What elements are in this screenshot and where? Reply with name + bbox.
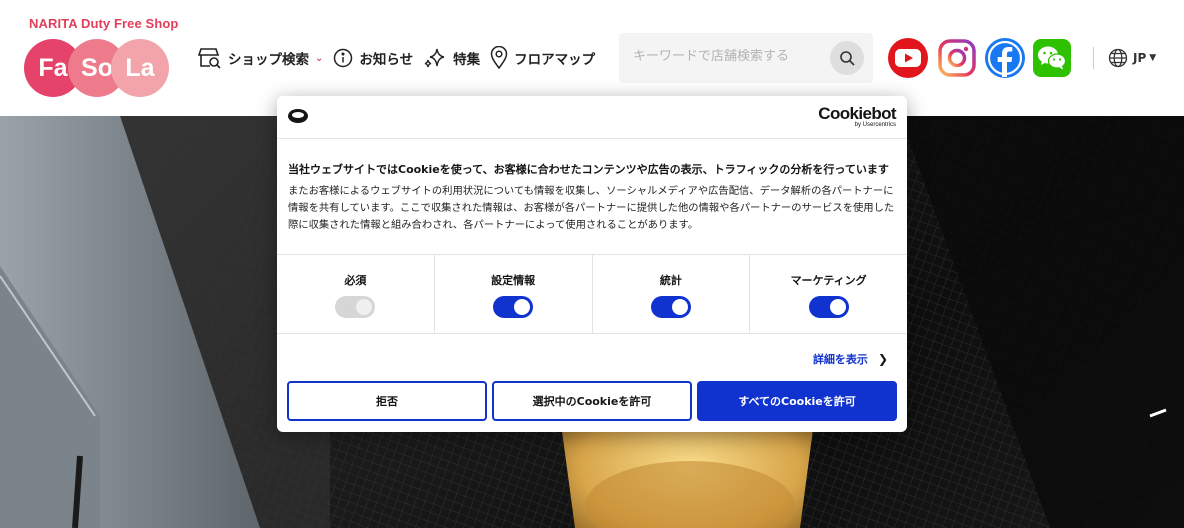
chevron-right-icon: ❯ [877, 352, 888, 366]
nav-feature[interactable]: 特集 [423, 47, 480, 69]
cookiebot-sub: by Usercentrics [854, 122, 896, 128]
cookie-category-necessary: 必須 [277, 255, 435, 333]
show-details-link[interactable]: 詳細を表示 ❯ [813, 351, 888, 367]
nav-shop-search[interactable]: ショップ検索 ⌄ [198, 47, 323, 69]
cookiebot-name: Cookiebot [818, 104, 896, 123]
cookiebot-brand[interactable]: Cookiebot by Usercentrics [818, 105, 896, 129]
cookie-category-preferences: 設定情報 [435, 255, 593, 333]
logo-circle-la: La [111, 39, 169, 97]
cookie-logo-icon [288, 109, 308, 123]
cookie-description: またお客様によるウェブサイトの利用状況についても情報を収集し、ソーシャルメディア… [288, 185, 895, 231]
cookie-category-marketing: マーケティング [750, 255, 907, 333]
info-icon [334, 48, 353, 68]
category-label: 設定情報 [491, 274, 536, 287]
search-icon [840, 51, 855, 66]
nav-label: フロアマップ [514, 52, 596, 68]
globe-icon [1108, 48, 1128, 68]
cookie-details-row: 詳細を表示 ❯ [277, 334, 907, 382]
fasola-logo[interactable]: Fa So La [24, 38, 169, 98]
nav-floor-map[interactable]: フロアマップ [490, 46, 595, 70]
search-input[interactable] [633, 49, 823, 64]
youtube-link[interactable] [888, 38, 928, 78]
category-label: 統計 [659, 274, 682, 287]
facebook-link[interactable] [985, 38, 1025, 78]
details-label: 詳細を表示 [812, 353, 868, 366]
cookie-buttons: 拒否 選択中のCookieを許可 すべてのCookieを許可 [287, 381, 897, 421]
wechat-icon [1038, 46, 1067, 70]
map-pin-icon [490, 46, 508, 70]
language-label: JP [1133, 51, 1147, 65]
marketing-toggle[interactable] [808, 296, 849, 318]
cookie-categories: 必須 設定情報 統計 マーケティング [277, 255, 907, 334]
youtube-icon [895, 49, 921, 67]
cookie-consent-dialog: Cookiebot by Usercentrics 当社ウェブサイトではCook… [277, 96, 907, 432]
necessary-toggle [335, 296, 376, 318]
category-label: マーケティング [790, 274, 867, 287]
shop-icon [198, 48, 221, 69]
statistics-toggle[interactable] [650, 296, 691, 318]
sparkle-icon [424, 48, 445, 68]
search-box [619, 33, 873, 83]
instagram-link[interactable] [937, 38, 977, 78]
brand-tagline: NARITA Duty Free Shop [29, 16, 179, 31]
language-selector[interactable]: JP ▼ [1108, 48, 1156, 68]
header-divider [1093, 47, 1094, 69]
instagram-icon [938, 39, 976, 77]
allow-selection-button[interactable]: 選択中のCookieを許可 [492, 381, 692, 421]
cookie-body: 当社ウェブサイトではCookieを使って、お客様に合わせたコンテンツや広告の表示… [277, 139, 907, 255]
nav-news[interactable]: お知らせ [333, 48, 413, 68]
main-nav: ショップ検索 ⌄ お知らせ 特集 フロアマップ [198, 44, 605, 72]
preferences-toggle[interactable] [493, 296, 534, 318]
search-button[interactable] [830, 41, 864, 75]
cookie-category-statistics: 統計 [593, 255, 751, 333]
allow-all-button[interactable]: すべてのCookieを許可 [697, 381, 897, 421]
nav-label: お知らせ [359, 52, 414, 68]
cookie-title: 当社ウェブサイトではCookieを使って、お客様に合わせたコンテンツや広告の表示… [288, 163, 889, 176]
chevron-down-icon: ⌄ [315, 52, 324, 64]
nav-label: ショップ検索 [228, 52, 309, 68]
wechat-link[interactable] [1033, 39, 1071, 77]
nav-label: 特集 [453, 52, 481, 68]
facebook-icon [986, 39, 1024, 77]
category-label: 必須 [344, 274, 367, 287]
caret-down-icon: ▼ [1149, 53, 1157, 63]
cookie-header: Cookiebot by Usercentrics [277, 96, 907, 139]
deny-button[interactable]: 拒否 [287, 381, 487, 421]
